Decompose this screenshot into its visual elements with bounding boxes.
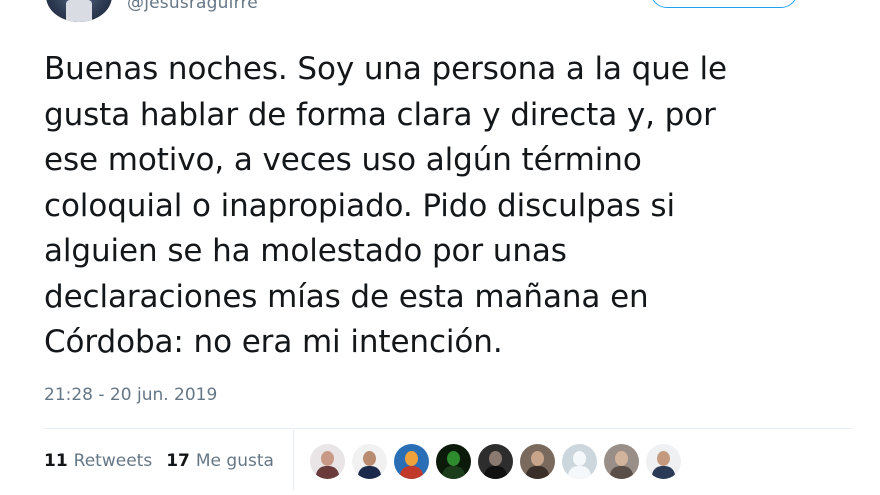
retweets-label: Retweets (73, 451, 153, 471)
avatar-face (615, 451, 628, 466)
avatar-text-icon[interactable] (436, 444, 471, 479)
avatar-body (610, 466, 633, 479)
avatar-default-icon[interactable] (562, 444, 597, 479)
likes-label: Me gusta (195, 451, 274, 471)
stats-separator (293, 430, 294, 490)
stats-divider (44, 428, 852, 429)
avatar-man-icon[interactable] (478, 444, 513, 479)
avatar-body (484, 466, 507, 479)
tweet-text: Buenas noches. Soy una persona a la que … (44, 51, 728, 360)
avatar-man-icon[interactable] (646, 444, 681, 479)
likes-count: 17 (166, 451, 190, 471)
avatar-woman-icon[interactable] (310, 444, 345, 479)
follow-button[interactable] (650, 0, 798, 8)
avatar-face (405, 451, 418, 466)
tweet-stats: 11 Retweets 17 Me gusta (44, 451, 288, 471)
author-avatar-shirt (66, 0, 92, 22)
avatar-man-icon[interactable] (352, 444, 387, 479)
avatar-body (568, 466, 591, 479)
avatar-man-icon[interactable] (520, 444, 555, 479)
author-avatar[interactable] (46, 0, 112, 22)
tweet-header: @jesusraguirre (0, 0, 880, 28)
avatar-face (531, 451, 544, 466)
avatar-face (321, 451, 334, 466)
avatar-face (657, 451, 670, 466)
author-handle[interactable]: @jesusraguirre (127, 0, 258, 13)
avatar-face (573, 451, 586, 466)
avatar-face (489, 451, 502, 466)
avatar-body (442, 466, 465, 479)
retweets-stat[interactable]: 11 Retweets (44, 451, 152, 471)
tweet-timestamp[interactable]: 21:28 - 20 jun. 2019 (44, 385, 217, 405)
avatar-body (316, 466, 339, 479)
avatar-cartoon-icon[interactable] (394, 444, 429, 479)
avatar-face (363, 451, 376, 466)
avatar-body (358, 466, 381, 479)
avatar-face (447, 451, 460, 466)
avatar-body (400, 466, 423, 479)
likers-avatars (310, 444, 688, 480)
retweets-count: 11 (44, 451, 68, 471)
avatar-body (652, 466, 675, 479)
likes-stat[interactable]: 17 Me gusta (166, 451, 274, 471)
avatar-man-icon[interactable] (604, 444, 639, 479)
avatar-body (526, 466, 549, 479)
